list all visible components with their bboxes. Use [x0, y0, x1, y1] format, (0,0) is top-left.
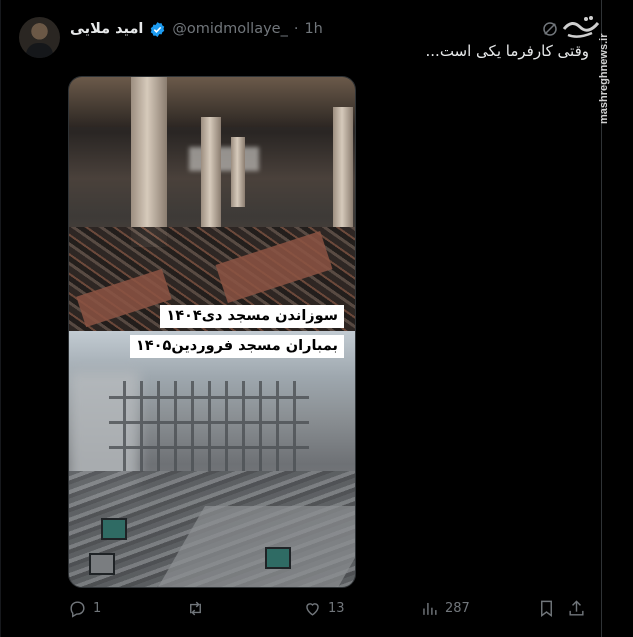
share-button[interactable] — [567, 599, 586, 618]
grok-icon[interactable] — [541, 20, 559, 38]
repost-button[interactable] — [186, 599, 211, 618]
bookmark-button[interactable] — [537, 599, 556, 618]
reply-icon — [70, 601, 85, 618]
avatar[interactable] — [19, 17, 60, 58]
photo-light-opening — [189, 147, 259, 171]
post-media[interactable]: سوزاندن مسجد دی۱۴۰۴ بمباران مسجد فروردین… — [68, 76, 356, 588]
post-time[interactable]: 1h — [304, 21, 322, 37]
author-name[interactable]: امید ملایی — [70, 21, 143, 37]
verified-badge-icon — [151, 21, 165, 37]
author-handle[interactable]: @omidmollaye_ — [172, 21, 287, 37]
photo-pillar — [131, 77, 167, 247]
action-bar: 1 13 287 — [0, 599, 602, 619]
caption-top: سوزاندن مسجد دی۱۴۰۴ — [160, 305, 344, 328]
watermark-url: mashreghnews.ir — [598, 33, 610, 124]
burned-mosque-photo — [69, 77, 355, 331]
photo-pillar — [201, 117, 221, 227]
repost-icon — [190, 601, 201, 616]
photo-excavator — [89, 553, 115, 575]
photo-excavator — [101, 518, 127, 540]
post-text: وقتی کارفرما یکی است... — [425, 42, 589, 60]
reply-count: 1 — [93, 601, 102, 616]
caption-bottom: بمباران مسجد فروردین۱۴۰۵ — [129, 335, 344, 358]
like-count: 13 — [328, 601, 345, 616]
bookmark-icon — [541, 600, 552, 618]
photo-pillar — [333, 107, 353, 227]
photo-pillar — [231, 137, 245, 207]
watermark-logo — [562, 13, 600, 41]
bombed-mosque-photo — [69, 331, 355, 587]
views-button[interactable]: 287 — [420, 599, 470, 618]
photo-excavator — [265, 547, 291, 569]
reply-button[interactable]: 1 — [68, 599, 101, 618]
separator-dot: · — [293, 21, 299, 37]
views-count: 287 — [445, 601, 470, 616]
views-icon — [423, 602, 437, 615]
photo-building-frame — [109, 381, 309, 471]
share-icon — [569, 600, 584, 616]
like-button[interactable]: 13 — [303, 599, 345, 618]
heart-icon — [306, 603, 319, 616]
post-header: امید ملایی @omidmollaye_ · 1h — [70, 19, 323, 39]
watermark-logo-icon — [562, 16, 600, 38]
